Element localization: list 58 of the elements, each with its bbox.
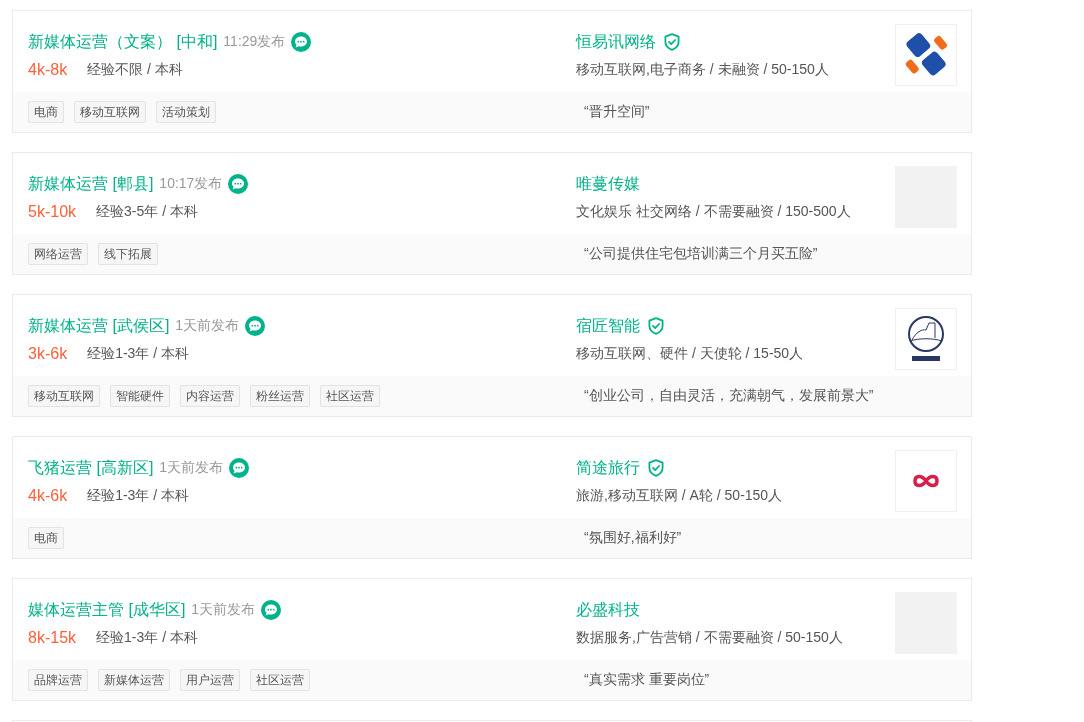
skill-tag: 网络运营	[28, 243, 88, 265]
skill-tag: 电商	[28, 101, 64, 123]
job-title-link[interactable]: 新媒体运营 [武侯区]	[28, 315, 170, 337]
company-name-link[interactable]: 宿匠智能	[576, 315, 640, 337]
skill-tag: 电商	[28, 527, 64, 549]
skill-tag: 新媒体运营	[98, 669, 170, 691]
chat-bubble-icon[interactable]	[245, 316, 266, 336]
company-logo[interactable]	[895, 308, 957, 370]
job-requirements: 经验1-3年 / 本科	[96, 629, 198, 647]
chat-bubble-icon[interactable]	[261, 600, 282, 620]
skill-tag: 社区运营	[320, 385, 380, 407]
skill-tag: 线下拓展	[98, 243, 158, 265]
skill-tag: 社区运营	[250, 669, 310, 691]
company-logo[interactable]	[895, 24, 957, 86]
skill-tag: 智能硬件	[110, 385, 170, 407]
company-slogan: “公司提供住宅包培训满三个月买五险”	[584, 245, 818, 263]
skill-tag: 移动互联网	[28, 385, 100, 407]
company-info: 移动互联网,电子商务 / 未融资 / 50-150人	[576, 61, 829, 79]
salary-range: 4k-8k	[28, 61, 68, 79]
chat-bubble-icon[interactable]	[228, 174, 249, 194]
skill-tag: 内容运营	[180, 385, 240, 407]
company-slogan: “晋升空间”	[584, 103, 650, 121]
salary-range: 3k-6k	[28, 345, 68, 363]
company-info: 数据服务,广告营销 / 不需要融资 / 50-150人	[576, 629, 843, 647]
chat-bubble-icon[interactable]	[229, 458, 250, 478]
publish-time: 11:29发布	[223, 33, 286, 51]
salary-range: 8k-15k	[28, 629, 77, 647]
publish-time: 10:17发布	[159, 175, 223, 193]
job-requirements: 经验1-3年 / 本科	[87, 487, 190, 505]
job-title-link[interactable]: 新媒体运营 [郫县]	[28, 173, 154, 195]
salary-range: 5k-10k	[28, 203, 77, 221]
company-slogan: “真实需求 重要岗位”	[584, 671, 710, 689]
company-slogan: “氛围好,福利好”	[584, 529, 682, 547]
skill-tag: 活动策划	[156, 101, 216, 123]
job-title-link[interactable]: 媒体运营主管 [成华区]	[28, 599, 186, 621]
company-logo[interactable]	[895, 450, 957, 512]
company-slogan: “创业公司，自由灵活，充满朝气，发展前景大”	[584, 387, 874, 405]
company-info: 移动互联网、硬件 / 天使轮 / 15-50人	[576, 345, 804, 363]
company-info: 旅游,移动互联网 / A轮 / 50-150人	[576, 487, 783, 505]
publish-time: 1天前发布	[159, 459, 224, 477]
job-requirements: 经验不限 / 本科	[87, 61, 183, 79]
company-name-link[interactable]: 必盛科技	[576, 599, 640, 621]
salary-range: 4k-6k	[28, 487, 68, 505]
chat-bubble-icon[interactable]	[291, 32, 312, 52]
job-requirements: 经验1-3年 / 本科	[87, 345, 190, 363]
company-info: 文化娱乐 社交网络 / 不需要融资 / 150-500人	[576, 203, 851, 221]
job-title-link[interactable]: 新媒体运营（文案） [中和]	[28, 31, 218, 53]
job-title-link[interactable]: 飞猪运营 [高新区]	[28, 457, 154, 479]
company-name-link[interactable]: 唯蔓传媒	[576, 173, 640, 195]
company-name-link[interactable]: 恒易讯网络	[576, 31, 656, 53]
skill-tag: 品牌运营	[28, 669, 88, 691]
skill-tag: 用户运营	[180, 669, 240, 691]
publish-time: 1天前发布	[191, 601, 256, 619]
skill-tag: 移动互联网	[74, 101, 146, 123]
skill-tag: 粉丝运营	[250, 385, 310, 407]
publish-time: 1天前发布	[175, 317, 240, 335]
job-requirements: 经验3-5年 / 本科	[96, 203, 198, 221]
company-name-link[interactable]: 简途旅行	[576, 457, 640, 479]
